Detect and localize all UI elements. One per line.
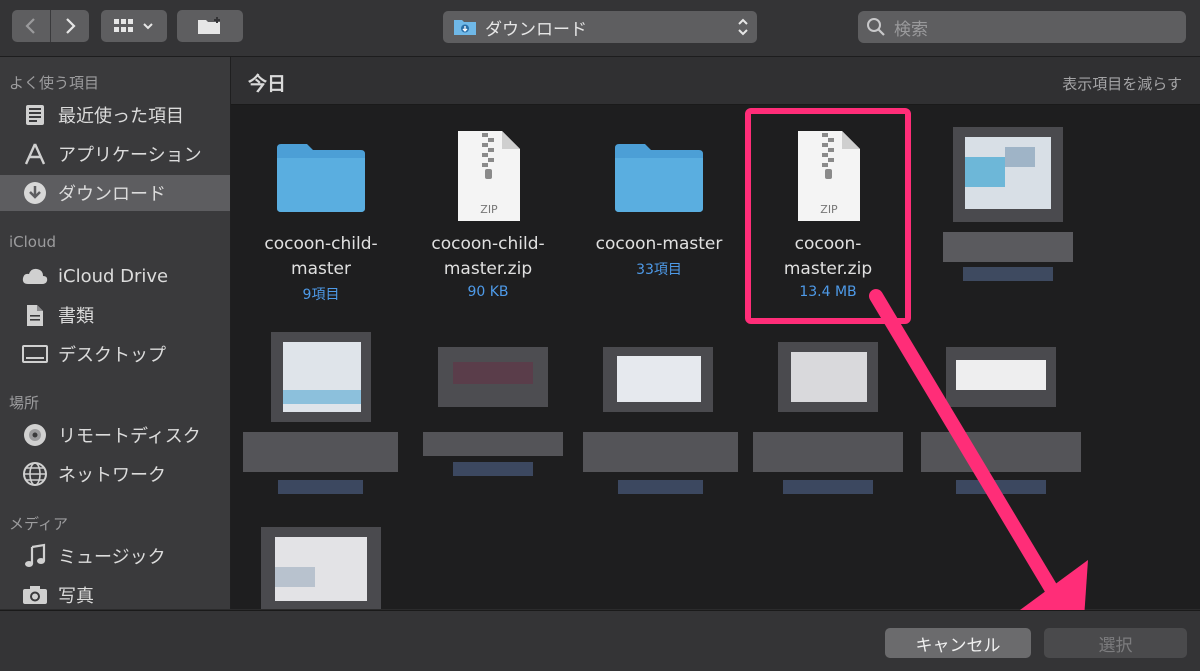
- file-item[interactable]: cocoon-child- master 9項目: [236, 122, 406, 304]
- folder-icon: [277, 144, 365, 212]
- svg-text:ZIP: ZIP: [480, 203, 498, 216]
- highlight-box: [745, 108, 911, 324]
- file-meta: 33項目: [636, 262, 682, 278]
- sidebar-item-applications[interactable]: アプリケーション: [0, 136, 230, 172]
- network-icon: [20, 459, 50, 489]
- select-button[interactable]: 選択: [1044, 628, 1187, 658]
- sidebar-item-network[interactable]: ネットワーク: [0, 456, 230, 492]
- file-browser: 今日 表示項目を減らす cocoon-child- master 9項目 ZIP…: [231, 57, 1200, 609]
- sidebar-item-label: ネットワーク: [58, 465, 166, 486]
- sidebar-item-desktop[interactable]: デスクトップ: [0, 336, 230, 372]
- search-icon: [867, 18, 885, 36]
- camera-icon: [20, 580, 50, 609]
- sidebar-section-media: メディア: [9, 515, 68, 533]
- sidebar-item-remote-disc[interactable]: リモートディスク: [0, 417, 230, 453]
- file-meta: 9項目: [302, 287, 340, 303]
- updown-chevron-icon: [738, 18, 748, 36]
- obscured-file-thumbnail[interactable]: [921, 332, 1081, 502]
- obscured-file-thumbnail[interactable]: [753, 332, 903, 502]
- downloads-folder-icon: [454, 20, 476, 35]
- location-label: ダウンロード: [485, 19, 587, 40]
- obscured-file-thumbnail[interactable]: [243, 332, 398, 502]
- obscured-file-thumbnail[interactable]: [583, 332, 738, 502]
- folder-icon: [615, 144, 703, 212]
- applications-icon: [20, 139, 50, 169]
- zip-file-icon: ZIP: [458, 131, 520, 221]
- new-folder-button[interactable]: [177, 10, 243, 42]
- sidebar-section-favorites: よく使う項目: [9, 74, 100, 92]
- search-placeholder: 検索: [894, 19, 928, 40]
- file-name-line2: master.zip: [443, 259, 533, 279]
- file-name-line2: master: [291, 259, 351, 279]
- sidebar: よく使う項目 最近使った項目 アプリケーション ダウンロード iCloud iC…: [0, 57, 231, 609]
- sidebar-item-label: リモートディスク: [58, 426, 201, 447]
- cloud-icon: [20, 261, 50, 291]
- sidebar-item-label: iCloud Drive: [58, 265, 169, 287]
- file-item[interactable]: cocoon-master 33項目: [574, 122, 744, 279]
- sidebar-item-label: アプリケーション: [58, 145, 202, 166]
- file-name: cocoon-child-: [431, 234, 545, 254]
- show-less-link[interactable]: 表示項目を減らす: [1062, 73, 1182, 94]
- section-title: 今日: [248, 73, 287, 95]
- toolbar: ダウンロード 検索: [0, 0, 1200, 57]
- nav-buttons: [12, 10, 89, 42]
- sidebar-item-recents[interactable]: 最近使った項目: [0, 97, 230, 133]
- search-field[interactable]: 検索: [858, 11, 1186, 43]
- sidebar-item-documents[interactable]: 書類: [0, 297, 230, 333]
- sidebar-item-downloads[interactable]: ダウンロード: [0, 175, 230, 211]
- view-options-button[interactable]: [101, 10, 167, 42]
- file-name: cocoon-child-: [264, 234, 378, 254]
- section-header: 今日 表示項目を減らす: [231, 57, 1200, 105]
- cancel-button[interactable]: キャンセル: [885, 628, 1031, 658]
- chevron-left-icon: [25, 18, 35, 34]
- sidebar-item-icloud-drive[interactable]: iCloud Drive: [0, 258, 230, 294]
- music-icon: [20, 541, 50, 571]
- chevron-right-icon: [66, 18, 76, 34]
- file-item[interactable]: ZIP cocoon-child- master.zip 90 KB: [403, 122, 573, 300]
- sidebar-item-label: 書類: [58, 306, 94, 327]
- disc-icon: [20, 420, 50, 450]
- dialog-footer: キャンセル 選択: [0, 610, 1200, 671]
- obscured-file-thumbnail[interactable]: [943, 127, 1073, 287]
- desktop-icon: [20, 339, 50, 369]
- obscured-file-thumbnail[interactable]: [423, 332, 563, 502]
- grid-view-icon: [114, 19, 133, 32]
- new-folder-icon: [198, 17, 220, 34]
- document-icon: [20, 300, 50, 330]
- sidebar-section-locations: 場所: [9, 394, 40, 412]
- sidebar-item-music[interactable]: ミュージック: [0, 538, 230, 574]
- sidebar-item-label: 最近使った項目: [58, 106, 184, 127]
- sidebar-item-label: 写真: [58, 586, 94, 607]
- file-name: cocoon-master: [595, 234, 723, 254]
- sidebar-item-label: ミュージック: [58, 547, 166, 568]
- sidebar-item-label: ダウンロード: [58, 184, 166, 205]
- obscured-file-thumbnail[interactable]: [261, 527, 381, 609]
- recents-icon: [20, 100, 50, 130]
- downloads-icon: [20, 178, 50, 208]
- back-button[interactable]: [12, 10, 50, 42]
- chevron-down-icon: [143, 23, 153, 30]
- forward-button[interactable]: [50, 10, 89, 42]
- sidebar-section-icloud: iCloud: [9, 233, 57, 251]
- location-popup[interactable]: ダウンロード: [443, 11, 757, 43]
- file-meta: 90 KB: [467, 284, 509, 300]
- sidebar-item-label: デスクトップ: [58, 345, 166, 366]
- sidebar-item-photos[interactable]: 写真: [0, 577, 230, 609]
